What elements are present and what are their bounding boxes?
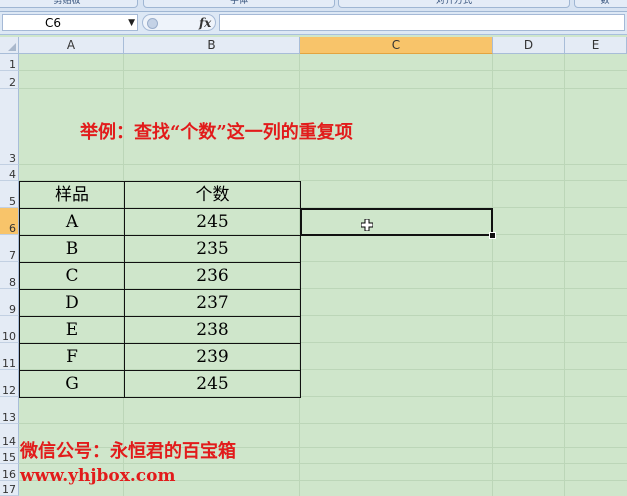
row-header-2[interactable]: 2 (0, 71, 19, 89)
table-row: F 239 (19, 343, 301, 371)
row-header-1[interactable]: 1 (0, 54, 19, 71)
row-header-16[interactable]: 16 (0, 464, 19, 481)
table-row: G 245 (19, 370, 301, 398)
column-header-d[interactable]: D (493, 37, 565, 54)
table-cell[interactable]: 236 (124, 262, 301, 290)
table-cell[interactable]: D (19, 289, 125, 317)
gridline (19, 70, 627, 71)
wechat-account-text[interactable]: 微信公号：永恒君的百宝箱 (20, 437, 236, 463)
cancel-circle-icon[interactable] (147, 18, 158, 29)
ribbon-group-number[interactable]: 数 (574, 0, 627, 8)
select-all-icon (8, 43, 16, 51)
formula-controls: fx (142, 14, 216, 31)
gridline (19, 88, 627, 89)
ribbon-group-alignment[interactable]: 对齐方式 (338, 0, 570, 8)
row-header-3[interactable]: 3 (0, 89, 19, 165)
header-cell-sample[interactable]: 样品 (19, 181, 125, 209)
table-cell[interactable]: 245 (124, 370, 301, 398)
column-header-c[interactable]: C (300, 37, 493, 54)
ribbon-strip: 剪贴板 字体 对齐方式 数 (0, 0, 627, 12)
row-header-4[interactable]: 4 (0, 165, 19, 181)
ribbon-group-font[interactable]: 字体 (143, 0, 335, 8)
gridline (19, 463, 627, 464)
gridline (19, 164, 627, 165)
row-header-14[interactable]: 14 (0, 424, 19, 448)
table-cell[interactable]: 245 (124, 208, 301, 236)
table-row: B 235 (19, 235, 301, 263)
chevron-down-icon[interactable]: ▼ (128, 15, 135, 32)
select-all-corner[interactable] (0, 37, 19, 54)
table-cell[interactable]: 239 (124, 343, 301, 371)
cell-cursor-icon (361, 219, 373, 231)
table-cell[interactable]: F (19, 343, 125, 371)
gridline (564, 54, 565, 496)
table-cell[interactable]: 238 (124, 316, 301, 344)
table-cell[interactable]: E (19, 316, 125, 344)
row-header-7[interactable]: 7 (0, 235, 19, 262)
fill-handle[interactable] (489, 232, 496, 239)
website-text[interactable]: www.yhjbox.com (20, 466, 175, 486)
header-cell-count[interactable]: 个数 (124, 181, 301, 209)
row-header-10[interactable]: 10 (0, 316, 19, 343)
insert-function-icon[interactable]: fx (199, 15, 211, 31)
row-header-12[interactable]: 12 (0, 370, 19, 397)
row-header-5[interactable]: 5 (0, 181, 19, 208)
sheet-heading[interactable]: 举例：查找“个数”这一列的重复项 (80, 118, 353, 144)
formula-input[interactable] (219, 14, 625, 31)
table-row: E 238 (19, 316, 301, 344)
row-header-8[interactable]: 8 (0, 262, 19, 289)
table-cell[interactable]: 237 (124, 289, 301, 317)
gridline (492, 54, 493, 496)
column-header-a[interactable]: A (19, 37, 124, 54)
table-row: C 236 (19, 262, 301, 290)
table-cell[interactable]: C (19, 262, 125, 290)
formula-bar: C6 ▼ fx (0, 12, 627, 35)
name-box[interactable]: C6 ▼ (2, 14, 138, 31)
row-header-17[interactable]: 17 (0, 481, 19, 496)
table-row: A 245 (19, 208, 301, 236)
column-header-e[interactable]: E (565, 37, 627, 54)
column-header-b[interactable]: B (124, 37, 300, 54)
table-cell[interactable]: G (19, 370, 125, 398)
table-row: D 237 (19, 289, 301, 317)
table-cell[interactable]: 235 (124, 235, 301, 263)
table-cell[interactable]: B (19, 235, 125, 263)
active-cell[interactable] (300, 208, 493, 236)
row-header-15[interactable]: 15 (0, 448, 19, 464)
ribbon-group-clipboard[interactable]: 剪贴板 (0, 0, 138, 8)
gridline (19, 423, 627, 424)
row-header-6[interactable]: 6 (0, 208, 19, 235)
row-header-11[interactable]: 11 (0, 343, 19, 370)
row-header-9[interactable]: 9 (0, 289, 19, 316)
row-header-13[interactable]: 13 (0, 397, 19, 424)
table-cell[interactable]: A (19, 208, 125, 236)
table-header-row: 样品 个数 (19, 181, 301, 209)
sample-count-table: 样品 个数 A 245 B 235 C 236 D 237 E 238 F 23… (19, 181, 301, 398)
name-box-value: C6 (45, 16, 62, 30)
